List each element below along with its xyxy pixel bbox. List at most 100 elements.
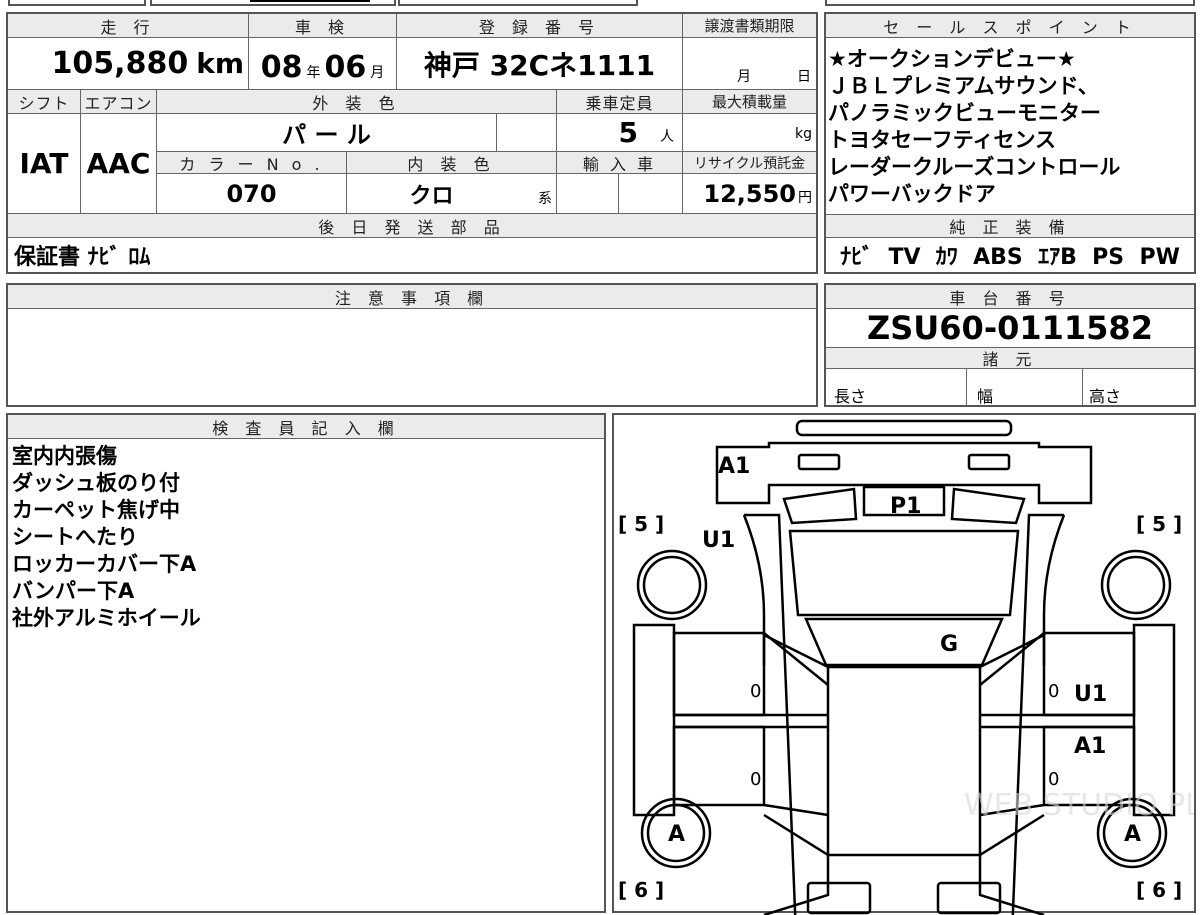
tire-depth-front-left: [ 6 ] (618, 878, 664, 902)
mark-right-lower-door: A1 (1074, 734, 1106, 759)
inspector-notes-list: 室内内張傷 ダッシュ板のり付 カーペット焦げ中 シートへたり ロッカーカバー下A… (12, 443, 592, 632)
mark-right-upper-door: U1 (1074, 682, 1107, 707)
deadline-month-unit: 月 (737, 69, 751, 85)
inspection-month: 06 (324, 50, 367, 85)
registration-value-cell: 神戸 32Cネ1111 (396, 38, 682, 90)
sales-point: ＪＢＬプレミアムサウンド、 (828, 74, 1099, 98)
capacity-value-cell: 5 人 (556, 114, 682, 152)
exterior-color-value-cell: パ ー ル (156, 114, 496, 152)
mark-rear-left: U1 (702, 528, 735, 553)
tire-depth-rear-left: [ 5 ] (618, 512, 664, 536)
sales-point: パノラミックビューモニター (828, 101, 1101, 125)
exterior-color-value: パ ー ル (282, 121, 371, 149)
sales-point: パワーバックドア (828, 182, 996, 206)
later-parts-header: 後 日 発 送 部 品 (8, 214, 816, 238)
notes-header: 注 意 事 項 欄 (8, 285, 816, 309)
notes-box: 注 意 事 項 欄 (6, 283, 818, 407)
chassis-value: ZSU60-0111582 (867, 309, 1153, 347)
recycle-header: リサイクル預託金 (682, 152, 816, 174)
inspector-note: バンパー下A (12, 579, 135, 603)
inspection-year: 08 (260, 50, 303, 85)
inspector-note: 社外アルミホイール (12, 606, 201, 630)
shift-value-cell: IAT (8, 114, 80, 214)
aircon-header: エアコン (80, 90, 156, 114)
mark-windshield: G (940, 632, 958, 657)
spec-width: 幅 (977, 387, 994, 406)
inspector-note: シートへたり (12, 525, 138, 549)
mark-door-zero: 0 (750, 681, 761, 702)
inspector-note: ダッシュ板のり付 (12, 471, 180, 495)
inspection-value-cell: 08 年 06 月 (248, 38, 396, 90)
chassis-value-cell: ZSU60-0111582 (826, 309, 1194, 347)
interior-color-value-cell: クロ 系 (346, 174, 556, 214)
sales-points-header: セ ー ル ス ポ イ ン ト (826, 14, 1194, 38)
top-cutoff-row (0, 0, 1200, 7)
interior-color-value: クロ (409, 183, 454, 209)
car-diagram-box: WEB STUDIO PLUS A1 P1 U1 G U1 A1 A A 0 0… (612, 413, 1196, 915)
equipment-value-cell: ﾅﾋﾞ TV ｶﾜ ABS ｴｱB PS PW (826, 238, 1194, 272)
spec-width-cell: 幅 (966, 369, 1082, 406)
equipment-header: 純 正 装 備 (826, 214, 1194, 238)
max-load-header: 最大積載量 (682, 90, 816, 114)
spec-length-cell: 長さ (826, 369, 966, 406)
inspection-header: 車 検 (248, 14, 396, 38)
inspector-header: 検 査 員 記 入 欄 (8, 415, 604, 439)
import-cell-a (556, 174, 618, 214)
mark-door-zero: 0 (750, 769, 761, 790)
inspection-month-unit: 月 (370, 64, 385, 81)
capacity-value: 5 (618, 116, 638, 149)
exterior-color-sub-cell (496, 114, 556, 152)
spec-height-cell: 高さ (1082, 369, 1194, 406)
color-no-header: カ ラ ー N o . (156, 152, 346, 174)
car-diagram: WEB STUDIO PLUS A1 P1 U1 G U1 A1 A A 0 0… (618, 419, 1194, 915)
inspector-note: 室内内張傷 (12, 444, 117, 468)
aircon-value-cell: AAC (80, 114, 156, 214)
registration-value: 神戸 32Cネ1111 (423, 48, 656, 82)
mileage-header: 走 行 (8, 14, 248, 38)
shift-header: シフト (8, 90, 80, 114)
interior-color-suffix: 系 (538, 191, 552, 207)
chassis-box: 車 台 番 号 ZSU60-0111582 諸 元 長さ 幅 高さ (824, 283, 1196, 407)
mileage-value: 105,880 (51, 46, 189, 81)
max-load-value-cell: kg (682, 114, 816, 152)
specs-header: 諸 元 (826, 347, 1194, 369)
inspector-note: カーペット焦げ中 (12, 498, 180, 522)
aircon-value: AAC (86, 147, 151, 180)
color-no-value: 070 (226, 179, 277, 208)
vehicle-info-table: 走 行 車 検 登 録 番 号 譲渡書類期限 105,880 km 08 年 0… (6, 12, 818, 274)
import-cell-b (618, 174, 682, 214)
mark-roof: A1 (718, 454, 750, 479)
spec-length: 長さ (834, 387, 867, 406)
mileage-value-cell: 105,880 km (8, 38, 248, 90)
transfer-deadline-cell: 月 日 (682, 38, 816, 90)
inspector-box: 検 査 員 記 入 欄 室内内張傷 ダッシュ板のり付 カーペット焦げ中 シートへ… (6, 413, 606, 913)
capacity-unit: 人 (660, 128, 674, 145)
exterior-color-header: 外 装 色 (156, 90, 556, 114)
mark-rear-window: P1 (890, 494, 921, 519)
inspector-note: ロッカーカバー下A (12, 552, 197, 576)
inspection-year-unit: 年 (306, 64, 321, 81)
transfer-deadline-header: 譲渡書類期限 (682, 14, 816, 38)
shift-value: IAT (19, 147, 69, 180)
chassis-header: 車 台 番 号 (826, 285, 1194, 309)
later-parts-value-cell: 保証書 ﾅﾋﾞ ﾛﾑ (8, 238, 816, 272)
registration-header: 登 録 番 号 (396, 14, 682, 38)
recycle-unit: 円 (798, 189, 812, 206)
tire-depth-front-right: [ 6 ] (1136, 878, 1182, 902)
capacity-header: 乗車定員 (556, 90, 682, 114)
recycle-value: 12,550 (703, 179, 796, 208)
import-header: 輸 入 車 (556, 152, 682, 174)
max-load-unit: kg (795, 126, 812, 142)
mileage-unit: km (196, 47, 244, 80)
sales-point: レーダークルーズコントロール (828, 155, 1121, 179)
recycle-value-cell: 12,550 円 (682, 174, 816, 214)
sales-points-list: ★オークションデビュー★ ＪＢＬプレミアムサウンド、 パノラミックビューモニター… (828, 46, 1190, 208)
sales-points-box: セ ー ル ス ポ イ ン ト ★オークションデビュー★ ＪＢＬプレミアムサウン… (824, 12, 1196, 274)
color-no-value-cell: 070 (156, 174, 346, 214)
mark-door-zero: 0 (1048, 681, 1059, 702)
equipment-value: ﾅﾋﾞ TV ｶﾜ ABS ｴｱB PS PW (840, 245, 1180, 270)
mark-front-right-wheel: A (1124, 822, 1141, 847)
interior-color-header: 内 装 色 (346, 152, 556, 174)
deadline-day-unit: 日 (797, 69, 811, 85)
sales-point: ★オークションデビュー★ (828, 47, 1076, 71)
